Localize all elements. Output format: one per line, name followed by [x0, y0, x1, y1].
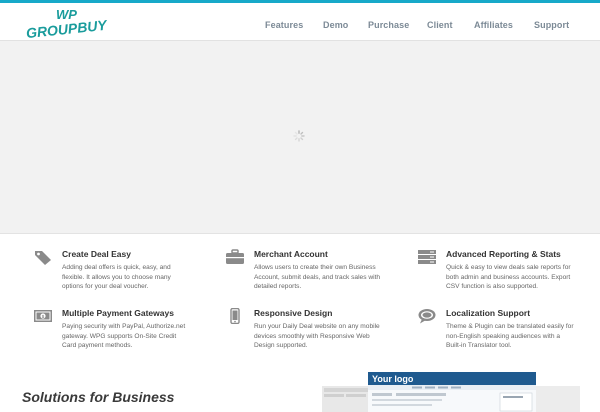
nav-demo[interactable]: Demo: [323, 20, 348, 30]
briefcase-icon: [226, 249, 244, 264]
feature-title: Merchant Account: [254, 249, 328, 259]
feature-description: Allows users to create their own Busines…: [254, 264, 381, 291]
loading-spinner-icon: [293, 130, 305, 142]
feature-title: Create Deal Easy: [62, 249, 131, 259]
solutions-heading: Solutions for Business: [22, 389, 175, 405]
feature-description: Quick & easy to view deals sale reports …: [446, 264, 571, 291]
nav-affiliates[interactable]: Affiliates: [474, 20, 513, 30]
feature-title: Multiple Payment Gateways: [62, 308, 174, 318]
feature-description: Theme & Plugin can be translated easily …: [446, 323, 574, 350]
feature-description: Run your Daily Deal website on any mobil…: [254, 323, 380, 350]
feature-description: Paying security with PayPal, Authorize.n…: [62, 323, 186, 350]
tag-icon: [35, 251, 51, 265]
mobile-icon: [230, 308, 240, 324]
feature-description: Adding deal offers is quick, easy, and f…: [62, 264, 171, 291]
svg-text:Your logo: Your logo: [372, 374, 414, 384]
chat-icon: [418, 309, 436, 324]
main-nav: Features Demo Purchase Client Affiliates…: [0, 20, 600, 40]
feature-title: Responsive Design: [254, 308, 333, 318]
feature-title: Advanced Reporting & Stats: [446, 249, 561, 259]
nav-purchase[interactable]: Purchase: [368, 20, 409, 30]
nav-features[interactable]: Features: [265, 20, 303, 30]
money-icon: $: [34, 310, 52, 322]
nav-client[interactable]: Client: [427, 20, 453, 30]
nav-support[interactable]: Support: [534, 20, 569, 30]
hero-divider: [0, 233, 600, 234]
admin-mockup-image: Your logo: [322, 372, 580, 412]
server-icon: [418, 250, 436, 264]
feature-title: Localization Support: [446, 308, 531, 318]
